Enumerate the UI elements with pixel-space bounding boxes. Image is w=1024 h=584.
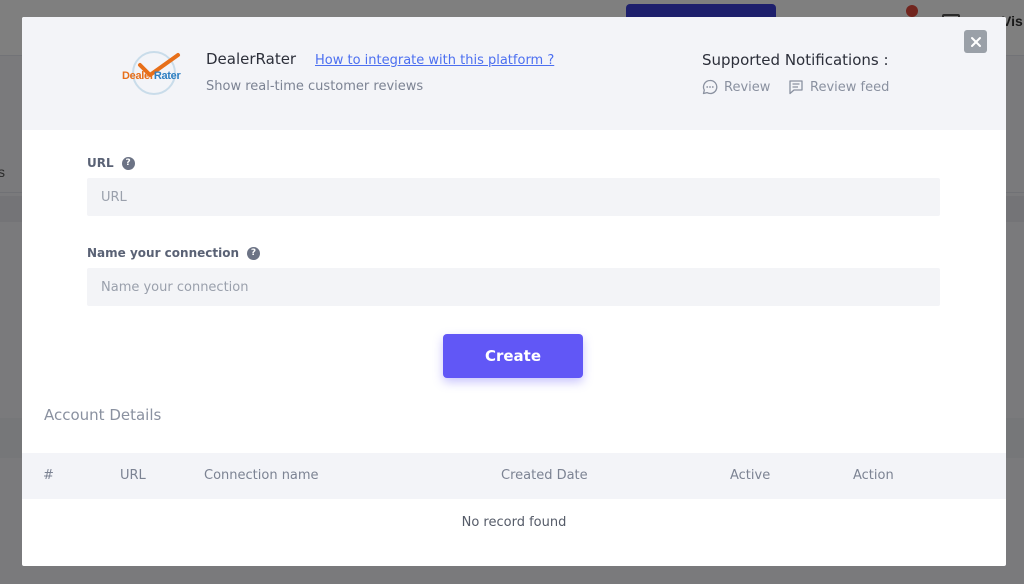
column-header-created-date: Created Date [501,468,588,483]
connection-name-input[interactable] [87,268,940,306]
dealerrater-logo: DealerRater [122,51,184,97]
column-header-connection-name: Connection name [204,468,319,483]
url-label-text: URL [87,156,114,170]
integration-help-link[interactable]: How to integrate with this platform ? [315,53,554,68]
question-icon[interactable]: ? [247,246,260,260]
account-table-header: # URL Connection name Created Date Activ… [22,453,1006,499]
connection-name-label-text: Name your connection [87,246,239,260]
integration-modal: DealerRater DealerRater How to integrate… [22,17,1006,566]
notification-type-label: Review feed [810,79,890,95]
column-header-index: # [43,468,54,483]
connection-name-field-label: Name your connection ? [87,246,260,260]
message-feed-icon [789,80,803,95]
url-input[interactable] [87,178,940,216]
url-field-label: URL ? [87,156,135,170]
question-icon[interactable]: ? [121,156,135,170]
notification-type-label: Review [724,79,771,95]
close-button[interactable] [964,30,987,53]
logo-wordmark: DealerRater [122,70,181,82]
chat-bubble-icon [702,79,718,95]
column-header-action: Action [853,468,894,483]
modal-header: DealerRater DealerRater How to integrate… [22,17,1006,130]
notification-type-review: Review [702,79,770,95]
supported-notifications-title: Supported Notifications : [702,51,889,69]
platform-name: DealerRater [206,50,297,68]
create-button[interactable]: Create [443,334,583,378]
column-header-active: Active [730,468,771,483]
empty-table-message: No record found [461,515,567,530]
close-icon [970,36,981,47]
column-header-url: URL [120,468,146,483]
account-details-title: Account Details [44,406,162,424]
logo-wordmark-part1: Dealer [122,70,154,82]
platform-description: Show real-time customer reviews [206,79,424,94]
logo-wordmark-part2: Rater [153,70,181,82]
notification-type-review-feed: Review feed [788,79,889,95]
